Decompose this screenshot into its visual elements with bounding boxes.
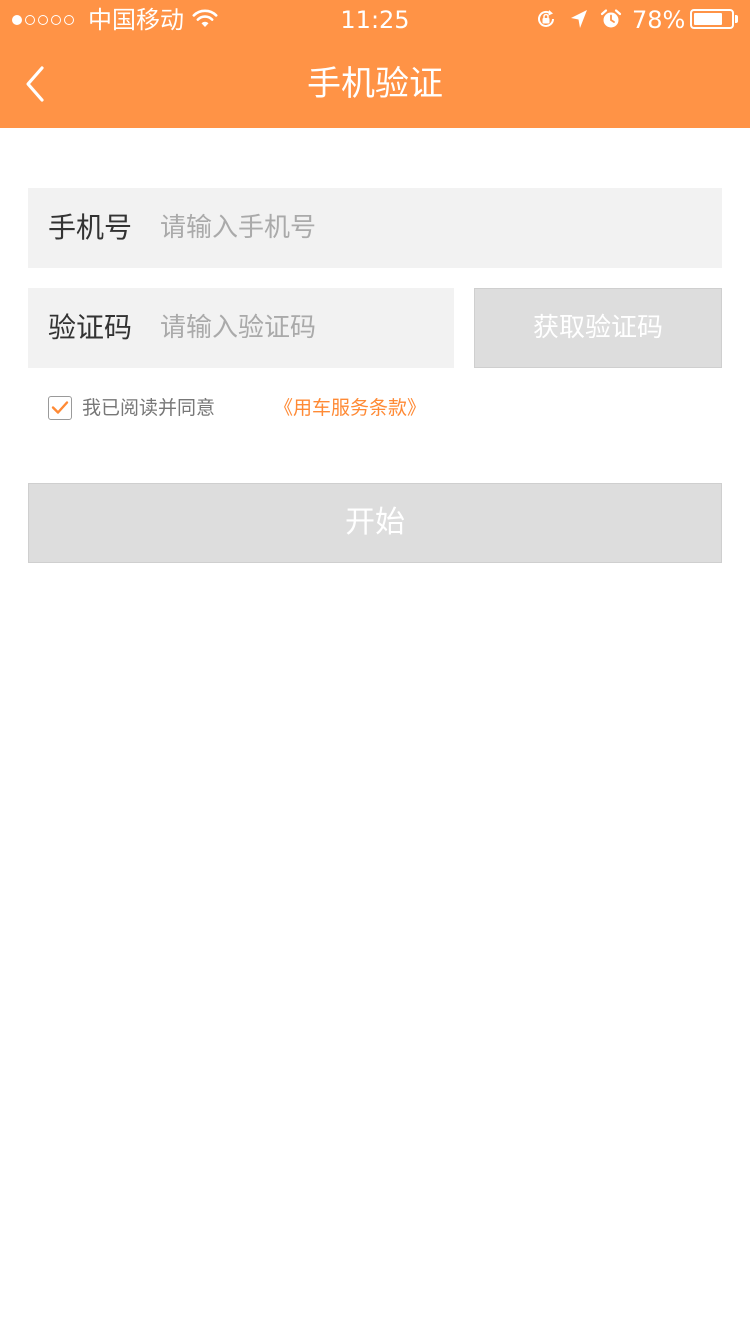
phone-field[interactable]: 手机号 [28, 188, 722, 268]
battery-icon [690, 9, 734, 29]
top-bar: 中国移动 11:25 78% 手机验证 [0, 0, 750, 128]
rotation-lock-icon [538, 10, 554, 27]
page-title: 手机验证 [307, 64, 443, 104]
phone-field-label: 手机号 [48, 211, 133, 244]
checkmark-icon [51, 401, 69, 414]
agreement-checkbox[interactable] [48, 396, 72, 420]
battery-percent: 78% [632, 6, 686, 34]
terms-link[interactable]: 《用车服务条款》 [274, 394, 426, 422]
code-field-label: 验证码 [48, 311, 133, 344]
location-arrow-icon [571, 10, 587, 28]
get-code-button[interactable]: 获取验证码 [474, 288, 722, 368]
code-input[interactable] [160, 288, 440, 368]
status-bar: 中国移动 11:25 78% [0, 0, 750, 40]
agreement-text: 我已阅读并同意 [82, 397, 216, 419]
battery-level [694, 13, 722, 25]
battery-nub [735, 15, 738, 23]
phone-input[interactable] [160, 188, 700, 268]
alarm-icon [600, 9, 622, 28]
code-field[interactable]: 验证码 [28, 288, 454, 368]
start-button[interactable]: 开始 [28, 483, 722, 563]
